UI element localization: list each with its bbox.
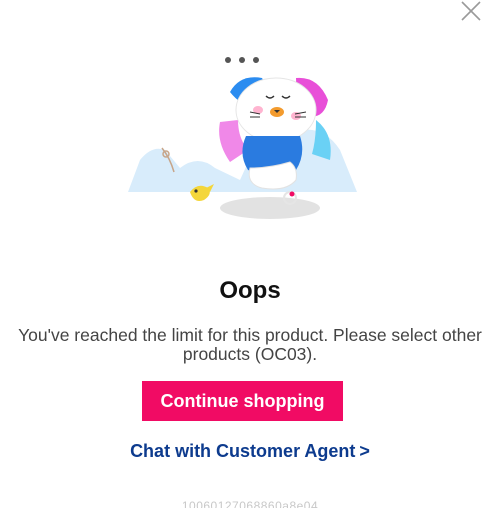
chat-link-label: Chat with Customer Agent <box>130 441 356 461</box>
continue-shopping-button[interactable]: Continue shopping <box>142 381 343 421</box>
chat-with-agent-link[interactable]: Chat with Customer Agent > <box>0 441 500 462</box>
loading-dots-icon <box>225 57 259 63</box>
error-title: Oops <box>219 277 281 304</box>
chevron-right-icon: > <box>359 441 370 461</box>
close-icon <box>461 1 481 21</box>
error-dialog: Oops You've reached the limit for this p… <box>0 0 500 508</box>
reference-code: 10060127068860a8e04 <box>181 499 319 508</box>
error-message: You've reached the limit for this produc… <box>18 325 482 364</box>
close-button[interactable] <box>460 0 482 22</box>
mascot-illustration <box>128 57 357 219</box>
